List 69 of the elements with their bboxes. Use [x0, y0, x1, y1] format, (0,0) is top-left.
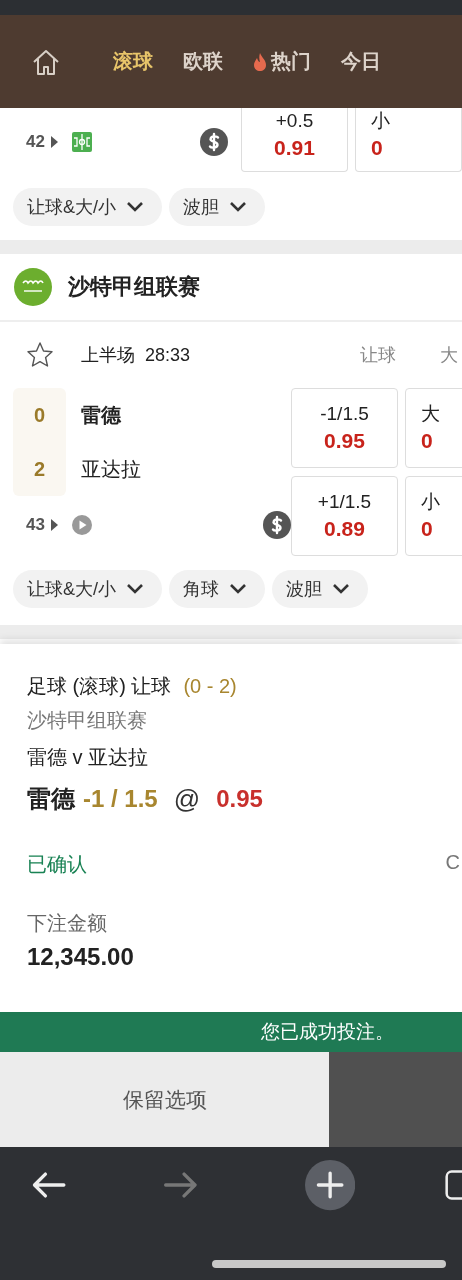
keep-selections-button[interactable]: 保留选项 — [0, 1052, 329, 1147]
odds-price: 0.95 — [324, 428, 365, 454]
odds-price: 0.91 — [274, 135, 315, 161]
home-icon[interactable] — [31, 47, 61, 76]
market-chip[interactable]: 角球 — [169, 570, 265, 608]
flag-icon — [14, 268, 52, 306]
tabs-icon[interactable] — [445, 1167, 462, 1203]
fire-icon — [253, 51, 267, 72]
chevron-icon — [229, 201, 247, 213]
market-chip[interactable]: 波胆 — [169, 188, 265, 226]
stake-amount: 12,345.00 — [27, 943, 135, 971]
market-chip[interactable]: 让球&大/小 — [13, 570, 162, 608]
nav-tab[interactable]: 热门 — [253, 48, 311, 75]
odds-line: 大 — [421, 402, 440, 426]
market-chip[interactable]: 波胆 — [272, 570, 368, 608]
back-icon[interactable] — [32, 1169, 66, 1201]
bet-title: 足球 (滚球) 让球 — [27, 673, 172, 699]
bet-status: 已确认 — [27, 852, 87, 877]
chevron-icon — [229, 583, 247, 595]
match-period: 上半场 — [81, 344, 135, 367]
dollar-icon[interactable] — [263, 511, 291, 539]
caret-icon[interactable] — [50, 136, 58, 148]
odds-button[interactable]: +0.5 0.91 — [241, 108, 348, 172]
odds-line: 小 — [371, 109, 390, 133]
bet-score: (0 - 2) — [183, 674, 237, 698]
stake-label: 下注金额 — [27, 911, 108, 936]
team-name: 亚达拉 — [81, 456, 141, 482]
league-name: 沙特甲组联赛 — [68, 273, 200, 301]
market-chip[interactable]: 让球&大/小 — [13, 188, 162, 226]
market-header: 大 — [440, 344, 458, 367]
odds-button[interactable]: 大 0 — [405, 388, 462, 468]
nav-tab[interactable]: 今日 — [341, 48, 381, 75]
odds-line: -1/1.5 — [320, 402, 369, 426]
match-count: 43 — [26, 515, 45, 535]
bet-selection: 雷德 — [27, 784, 75, 814]
dollar-icon[interactable] — [200, 128, 228, 156]
odds-button[interactable]: +1/1.5 0.89 — [291, 476, 398, 556]
chevron-icon — [126, 201, 144, 213]
nav-tab[interactable]: 欧联 — [183, 48, 223, 75]
chevron-icon — [332, 583, 350, 595]
market-header: 让球 — [360, 344, 396, 367]
success-message: 您已成功投注。 — [261, 1020, 394, 1044]
odds-button[interactable]: -1/1.5 0.95 — [291, 388, 398, 468]
odds-button[interactable]: 小 0 — [355, 108, 462, 172]
match-clock: 28:33 — [145, 344, 191, 366]
caret-icon[interactable] — [50, 519, 58, 531]
bet-league: 沙特甲组联赛 — [27, 708, 148, 733]
odds-line: +0.5 — [275, 109, 314, 133]
odds-price: 0 — [371, 135, 383, 161]
team-score: 0 — [33, 403, 46, 427]
match-count: 42 — [26, 132, 45, 152]
odds-price: 0.89 — [324, 516, 365, 542]
at-sign: @ — [173, 783, 201, 815]
odds-price: 0 — [421, 428, 433, 454]
play-icon[interactable] — [71, 515, 92, 535]
team-name: 雷德 — [81, 402, 122, 428]
pitch-icon[interactable] — [71, 132, 92, 152]
odds-button[interactable]: 小 0 — [405, 476, 462, 556]
chevron-icon — [126, 583, 144, 595]
team-score: 2 — [33, 457, 46, 481]
bet-price: 0.95 — [216, 785, 263, 813]
status-side-text: C — [445, 851, 460, 875]
star-icon[interactable] — [26, 341, 54, 369]
odds-price: 0 — [421, 516, 433, 542]
bet-fixture: 雷德 v 亚达拉 — [27, 745, 150, 770]
odds-line: 小 — [421, 490, 440, 514]
bet-line: -1 / 1.5 — [83, 785, 158, 813]
nav-tab[interactable]: 滚球 — [113, 48, 153, 75]
odds-line: +1/1.5 — [317, 490, 372, 514]
